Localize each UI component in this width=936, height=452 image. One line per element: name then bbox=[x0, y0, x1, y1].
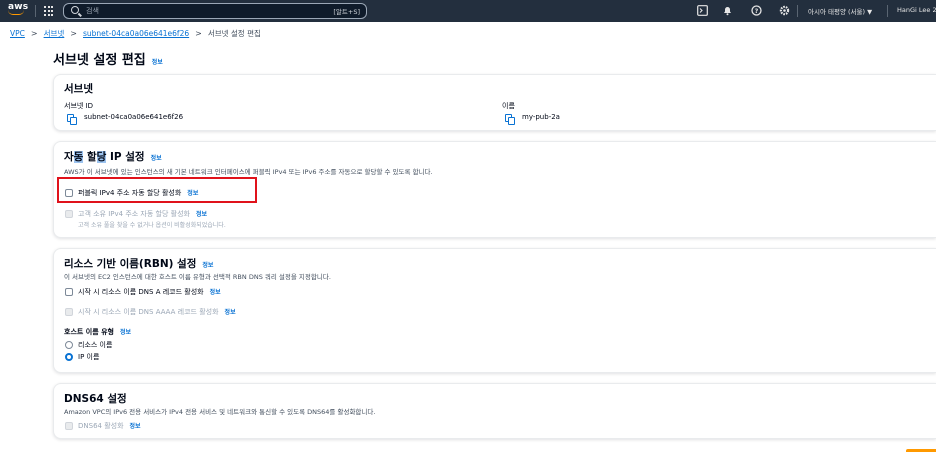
search-icon bbox=[71, 6, 79, 14]
search-shortcut: [알트+S] bbox=[333, 8, 360, 16]
hostname-resource-label: 리소스 이름 bbox=[78, 341, 113, 349]
dns-a-record-label-text: 시작 시 리소스 이름 DNS A 레코드 활성화 bbox=[78, 288, 204, 296]
dns64-info-link[interactable]: 정보 bbox=[130, 423, 141, 430]
rbn-card-title: 리소스 기반 이름(RBN) 설정 정보 bbox=[64, 256, 213, 271]
dns-a-record-checkbox[interactable] bbox=[65, 288, 73, 296]
dns64-description: Amazon VPC의 IPv6 전용 서비스가 IPv4 전용 서비스 및 네… bbox=[64, 408, 376, 416]
hostname-ip-radio[interactable] bbox=[65, 353, 73, 361]
hostname-ip-label: IP 이름 bbox=[78, 353, 100, 361]
title-part: 할 bbox=[83, 151, 97, 163]
hostname-type-info-link[interactable]: 정보 bbox=[120, 329, 131, 336]
dns64-checkbox[interactable] bbox=[65, 422, 73, 430]
customer-ipv4-info-link[interactable]: 정보 bbox=[196, 211, 207, 218]
hostname-type-label-text: 호스트 이름 유형 bbox=[64, 328, 114, 336]
chevron-right-icon: > bbox=[70, 29, 77, 38]
dns-aaaa-record-checkbox[interactable] bbox=[65, 308, 73, 316]
nav-divider bbox=[797, 5, 798, 17]
auto-ip-card-title: 자동 할당 IP 설정 정보 bbox=[64, 149, 162, 164]
subnet-id-label: 서브넷 ID bbox=[64, 102, 93, 110]
highlight-annotation-box bbox=[57, 177, 257, 203]
hostname-resource-radio[interactable] bbox=[65, 341, 73, 349]
title-part-selected: 동 bbox=[73, 151, 84, 163]
auto-ip-info-link[interactable]: 정보 bbox=[151, 155, 162, 162]
customer-ipv4-checkbox[interactable] bbox=[65, 210, 73, 218]
aws-logo[interactable]: aws bbox=[8, 2, 28, 20]
rbn-card-title-text: 리소스 기반 이름(RBN) 설정 bbox=[64, 258, 197, 270]
customer-ipv4-subtext: 고객 소유 풀을 찾을 수 없거나 옵션이 비활성화되었습니다. bbox=[78, 222, 226, 229]
auto-ip-description: AWS가 이 서브넷에 있는 인스턴스의 새 기본 네트워크 인터페이스에 퍼블… bbox=[64, 168, 433, 176]
services-grid-icon[interactable] bbox=[44, 6, 54, 16]
chevron-right-icon: > bbox=[195, 29, 202, 38]
notifications-bell-icon[interactable] bbox=[722, 5, 733, 16]
dns-aaaa-record-label-text: 시작 시 리소스 이름 DNS AAAA 레코드 활성화 bbox=[78, 308, 219, 316]
nav-divider bbox=[887, 5, 888, 17]
breadcrumb: VPC > 서브넷 > subnet-04ca0a06e641e6f26 > 서… bbox=[10, 28, 261, 39]
aws-logo-text: aws bbox=[8, 2, 29, 12]
title-part: 자 bbox=[64, 151, 74, 163]
dns64-card-title: DNS64 설정 bbox=[64, 393, 127, 405]
dns64-label-text: DNS64 활성화 bbox=[78, 422, 124, 430]
page-info-link[interactable]: 정보 bbox=[152, 59, 163, 66]
top-navigation: aws [알트+S] ? 아시아 태평양 (서울) ▼ HanGi Lee 2 bbox=[0, 0, 936, 22]
settings-gear-icon[interactable] bbox=[779, 5, 790, 16]
subnet-card: 서브넷 서브넷 ID subnet-04ca0a06e641e6f26 이름 m… bbox=[53, 74, 936, 131]
rbn-info-link[interactable]: 정보 bbox=[202, 262, 213, 269]
breadcrumb-subnets[interactable]: 서브넷 bbox=[44, 28, 65, 39]
dns64-settings-card: DNS64 설정 Amazon VPC의 IPv6 전용 서비스가 IPv4 전… bbox=[53, 383, 936, 439]
dns-a-record-label: 시작 시 리소스 이름 DNS A 레코드 활성화 정보 bbox=[78, 287, 221, 297]
search-box[interactable]: [알트+S] bbox=[63, 3, 367, 19]
customer-ipv4-label-text: 고객 소유 IPv4 주소 자동 할당 활성화 bbox=[78, 210, 190, 218]
svg-text:?: ? bbox=[755, 8, 759, 15]
account-menu[interactable]: HanGi Lee 2 bbox=[897, 6, 936, 14]
copy-icon[interactable] bbox=[67, 114, 77, 125]
breadcrumb-current: 서브넷 설정 편집 bbox=[207, 29, 261, 38]
copy-icon[interactable] bbox=[505, 114, 515, 125]
name-value: my-pub-2a bbox=[522, 113, 560, 121]
rbn-settings-card: 리소스 기반 이름(RBN) 설정 정보 이 서브넷의 EC2 인스턴스에 대한 … bbox=[53, 248, 936, 373]
subnet-card-title: 서브넷 bbox=[64, 83, 93, 95]
hostname-type-label: 호스트 이름 유형 정보 bbox=[64, 327, 131, 337]
chevron-right-icon: > bbox=[30, 29, 38, 38]
title-part: IP 설정 bbox=[106, 151, 145, 163]
dns-aaaa-record-label: 시작 시 리소스 이름 DNS AAAA 레코드 활성화 정보 bbox=[78, 307, 236, 317]
title-part-selected: 당 bbox=[96, 151, 107, 163]
dns64-label: DNS64 활성화 정보 bbox=[78, 421, 141, 431]
dns-a-info-link[interactable]: 정보 bbox=[210, 289, 221, 296]
page-title: 서브넷 설정 편집 정보 bbox=[53, 49, 163, 68]
breadcrumb-vpc[interactable]: VPC bbox=[10, 29, 25, 38]
region-selector[interactable]: 아시아 태평양 (서울) ▼ bbox=[808, 6, 872, 16]
name-label: 이름 bbox=[502, 102, 515, 110]
breadcrumb-subnet-id[interactable]: subnet-04ca0a06e641e6f26 bbox=[83, 29, 189, 38]
cloudshell-icon[interactable] bbox=[697, 5, 708, 16]
customer-ipv4-label: 고객 소유 IPv4 주소 자동 할당 활성화 정보 bbox=[78, 209, 207, 219]
search-input[interactable] bbox=[86, 5, 286, 17]
rbn-description: 이 서브넷의 EC2 인스턴스에 대한 호스트 이름 유형과 선택적 RBN D… bbox=[64, 273, 331, 281]
dns-aaaa-info-link[interactable]: 정보 bbox=[225, 309, 236, 316]
page-title-text: 서브넷 설정 편집 bbox=[53, 53, 146, 68]
help-icon[interactable]: ? bbox=[751, 5, 762, 16]
subnet-id-value: subnet-04ca0a06e641e6f26 bbox=[84, 113, 184, 121]
nav-divider bbox=[35, 5, 36, 17]
